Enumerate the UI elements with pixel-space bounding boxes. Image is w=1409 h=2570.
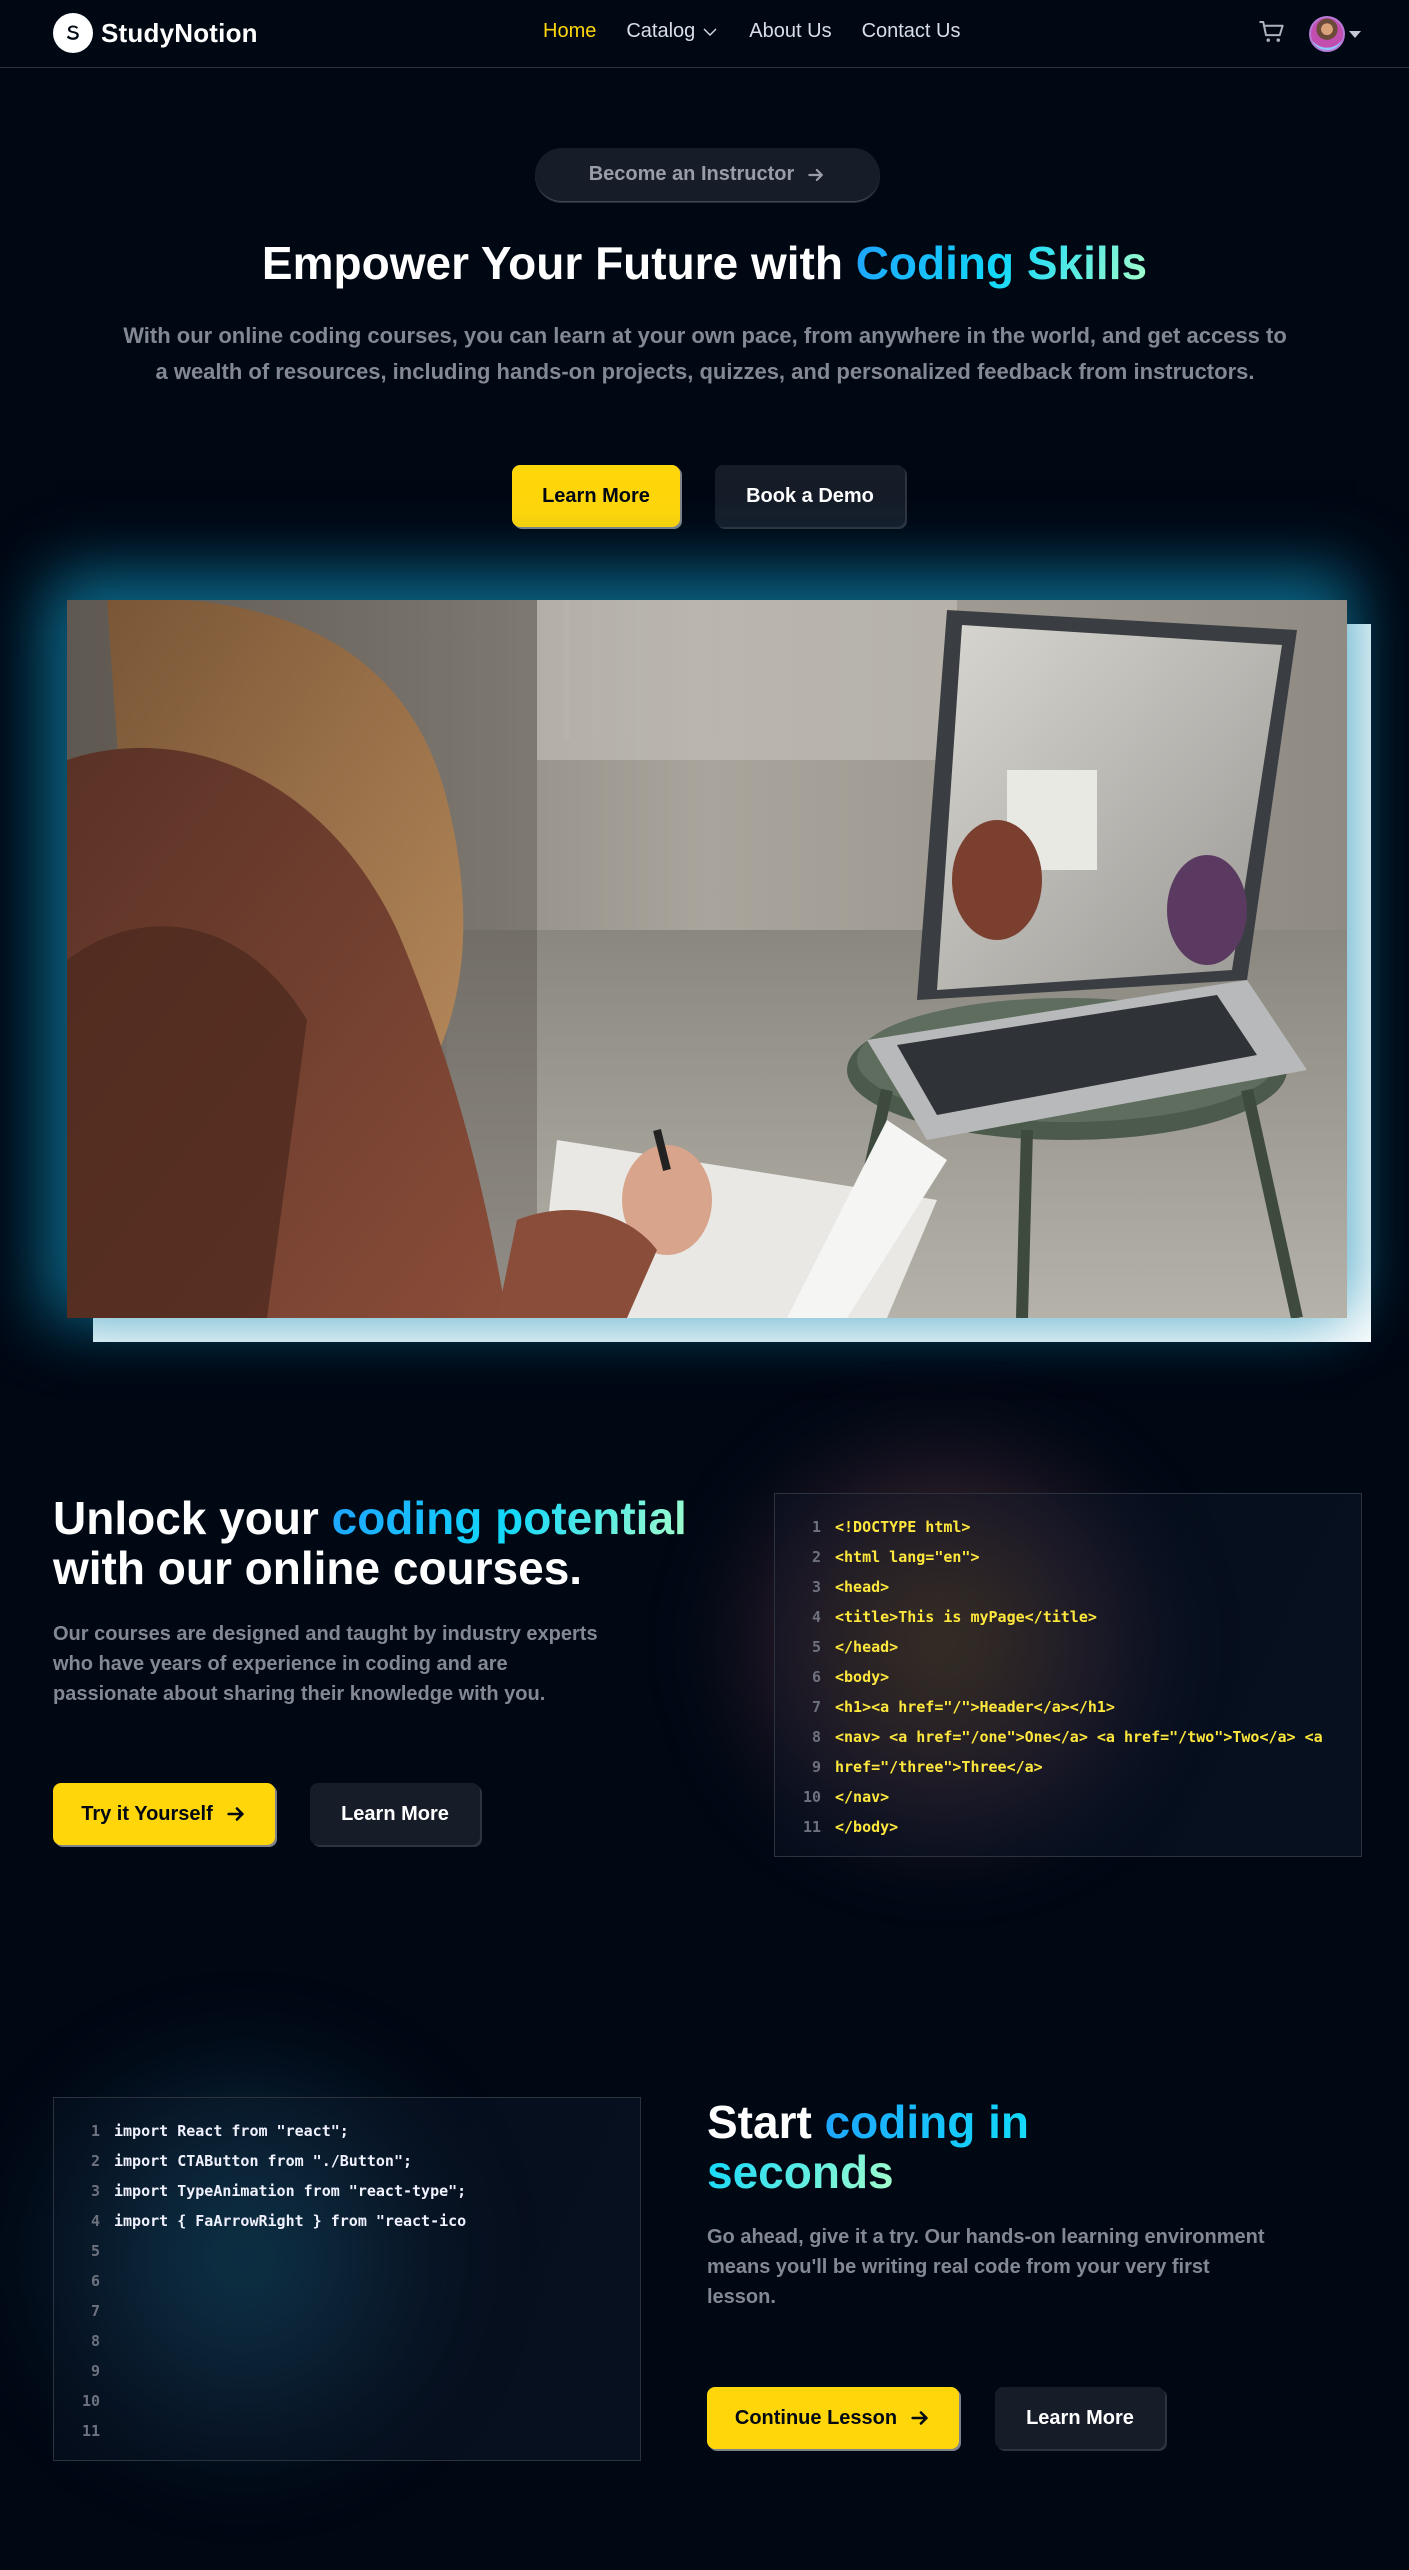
code-line-number: 8: [90, 2332, 100, 2350]
code-line: import { FaArrowRight } from "react-ico: [114, 2212, 467, 2230]
code-line-number: 2: [90, 2152, 100, 2170]
hero-subtitle: With our online coding courses, you can …: [123, 323, 1287, 384]
try-it-yourself-label: Try it Yourself: [81, 1802, 213, 1825]
code-block-react: 1 2 3 4 5 6 7 8 9 10 11 import React from "react";…: [13, 2047, 641, 2467]
become-instructor-label: Become an Instructor: [588, 163, 795, 185]
start-title-prefix: Start: [707, 2096, 825, 2148]
navbar: StudyNotion Home Catalog About Us Contac…: [0, 0, 1409, 68]
start-coding-title: Start coding in seconds: [707, 2097, 1127, 2197]
code-line: <h1><a href="/">Header</a></h1>: [835, 1698, 1115, 1716]
code-line: <nav> <a href="/one">One</a> <a href="/t…: [835, 1728, 1323, 1746]
become-instructor-button[interactable]: Become an Instructor: [535, 148, 880, 202]
code-line-number: 3: [811, 1578, 821, 1596]
code-line: </body>: [835, 1818, 899, 1836]
arrow-right-icon: [227, 1807, 244, 1821]
code-line-number: 1: [811, 1518, 821, 1536]
unlock-title-highlight: coding potential: [331, 1492, 687, 1544]
try-it-yourself-button[interactable]: Try it Yourself: [53, 1783, 275, 1845]
code-line: <!DOCTYPE html>: [835, 1518, 971, 1536]
unlock-title-prefix: Unlock your: [53, 1492, 332, 1544]
logo-icon: [53, 13, 93, 53]
nav-links: Home Catalog About Us Contact Us: [543, 20, 961, 43]
code-line-number: 8: [811, 1728, 821, 1746]
nav-link-contact[interactable]: Contact Us: [862, 20, 961, 43]
code-line: <body>: [835, 1668, 890, 1686]
code-line-number: 6: [90, 2272, 100, 2290]
code-line: import React from "react";: [114, 2122, 349, 2140]
code-line-number: 10: [81, 2392, 100, 2410]
hero-image: [67, 600, 1347, 1318]
hero-learn-more-button[interactable]: Learn More: [512, 465, 680, 527]
arrow-right-icon: [911, 2411, 928, 2425]
code-line-number: 3: [90, 2182, 100, 2200]
code-line-number: 4: [811, 1608, 821, 1626]
code-line-number: 11: [802, 1818, 821, 1836]
code-line-number: 5: [811, 1638, 821, 1656]
code-line-number: 6: [811, 1668, 821, 1686]
continue-lesson-label: Continue Lesson: [734, 2406, 898, 2429]
arrow-right-icon: [808, 168, 824, 181]
code-block-html: 1 2 3 4 5 6 7 8 9 10 11 <!DOCTYPE html> <html lang=…: [714, 1433, 1362, 1857]
caret-down-icon: [1349, 30, 1361, 38]
code-line-number: 1: [90, 2122, 100, 2140]
code-line: href="/three">Three</a>: [835, 1758, 1043, 1776]
nav-link-home[interactable]: Home: [543, 20, 596, 43]
code-editor: 1 2 3 4 5 6 7 8 9 10 11 import React from "react";…: [53, 2097, 641, 2461]
unlock-section-title: Unlock your coding potential with our on…: [53, 1493, 733, 1593]
code-line-numbers: 1 2 3 4 5 6 7 8 9 10 11: [54, 2116, 114, 2460]
code-line-number: 7: [811, 1698, 821, 1716]
code-line-number: 9: [90, 2362, 100, 2380]
cart-icon[interactable]: [1257, 17, 1287, 52]
code-line-number: 4: [90, 2212, 100, 2230]
logo[interactable]: StudyNotion: [53, 13, 258, 53]
code-line: <title>This is myPage</title>: [835, 1608, 1097, 1626]
nav-link-about[interactable]: About Us: [749, 20, 831, 43]
code-line-number: 7: [90, 2302, 100, 2320]
code-line-number: 10: [802, 1788, 821, 1806]
code-line-number: 9: [811, 1758, 821, 1776]
unlock-learn-more-button[interactable]: Learn More: [310, 1783, 480, 1845]
code-line: import CTAButton from "./Button";: [114, 2152, 413, 2170]
code-line-numbers: 1 2 3 4 5 6 7 8 9 10 11: [775, 1512, 835, 1856]
code-line: <html lang="en">: [835, 1548, 980, 1566]
avatar: [1309, 16, 1345, 52]
start-learn-more-button[interactable]: Learn More: [995, 2387, 1165, 2449]
nav-right: [1257, 16, 1361, 52]
nav-link-catalog[interactable]: Catalog: [626, 20, 719, 43]
chevron-down-icon: [703, 28, 717, 36]
unlock-section-subtitle: Our courses are designed and taught by i…: [53, 1623, 598, 1705]
code-line: <head>: [835, 1578, 890, 1596]
code-editor: 1 2 3 4 5 6 7 8 9 10 11 <!DOCTYPE html> <html lang=…: [774, 1493, 1362, 1857]
start-coding-subtitle: Go ahead, give it a try. Our hands-on le…: [707, 2226, 1265, 2308]
hero-title-highlight: Coding Skills: [855, 237, 1148, 289]
logo-text: StudyNotion: [101, 17, 258, 48]
code-line-number: 11: [81, 2422, 100, 2440]
code-line: </head>: [835, 1638, 899, 1656]
hero-title-prefix: Empower Your Future with: [261, 237, 856, 289]
nav-link-catalog-label: Catalog: [626, 20, 696, 42]
code-text: <!DOCTYPE html> <html lang="en"> <head> <ti…: [835, 1512, 1361, 1856]
book-demo-button[interactable]: Book a Demo: [715, 465, 905, 527]
continue-lesson-button[interactable]: Continue Lesson: [707, 2387, 959, 2449]
hero-title: Empower Your Future with Coding Skills: [0, 236, 1409, 290]
code-line: import TypeAnimation from "react-type";: [114, 2182, 467, 2200]
code-line: </nav>: [835, 1788, 890, 1806]
code-text: import React from "react"; import CTAButt…: [114, 2116, 640, 2460]
code-line-number: 5: [90, 2242, 100, 2260]
profile-dropdown[interactable]: [1309, 16, 1361, 52]
code-line-number: 2: [811, 1548, 821, 1566]
unlock-title-suffix: with our online courses.: [53, 1542, 583, 1594]
